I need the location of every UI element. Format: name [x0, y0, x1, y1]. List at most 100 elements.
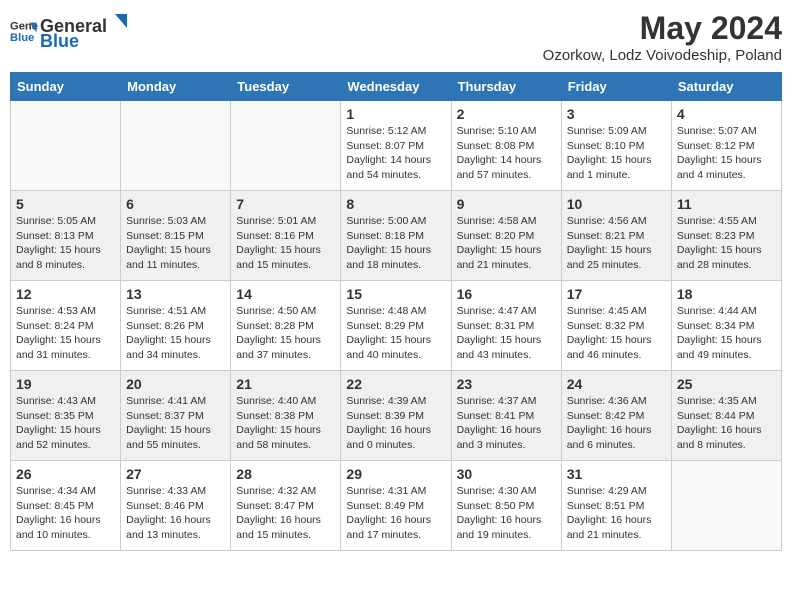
cell-info: Sunrise: 4:55 AMSunset: 8:23 PMDaylight:… — [677, 214, 776, 273]
cell-empty — [121, 101, 231, 191]
date-number: 6 — [126, 196, 225, 212]
logo-icon: General Blue — [10, 17, 38, 45]
cell-info: Sunrise: 4:47 AMSunset: 8:31 PMDaylight:… — [457, 304, 556, 363]
day-header-wednesday: Wednesday — [341, 73, 451, 101]
day-header-monday: Monday — [121, 73, 231, 101]
cell-day-19: 19 Sunrise: 4:43 AMSunset: 8:35 PMDayligh… — [11, 371, 121, 461]
date-number: 8 — [346, 196, 445, 212]
cell-day-14: 14 Sunrise: 4:50 AMSunset: 8:28 PMDayligh… — [231, 281, 341, 371]
cell-day-8: 8Sunrise: 5:00 AMSunset: 8:18 PMDaylight… — [341, 191, 451, 281]
date-number: 12 — [16, 286, 115, 302]
date-number: 4 — [677, 106, 776, 122]
cell-day-20: 20 Sunrise: 4:41 AMSunset: 8:37 PMDayligh… — [121, 371, 231, 461]
cell-info: Sunrise: 4:41 AMSunset: 8:37 PMDaylight:… — [126, 394, 225, 453]
date-number: 20 — [126, 376, 225, 392]
cell-day-4: 4 Sunrise: 5:07 AMSunset: 8:12 PMDaylight… — [671, 101, 781, 191]
cell-info: Sunrise: 4:32 AMSunset: 8:47 PMDaylight:… — [236, 484, 335, 543]
date-number: 22 — [346, 376, 445, 392]
cell-day-2: 2 Sunrise: 5:10 AMSunset: 8:08 PMDaylight… — [451, 101, 561, 191]
date-number: 11 — [677, 196, 776, 212]
cell-day-7: 7Sunrise: 5:01 AMSunset: 8:16 PMDaylight… — [231, 191, 341, 281]
date-number: 3 — [567, 106, 666, 122]
date-number: 26 — [16, 466, 115, 482]
cell-day-15: 15Sunrise: 4:48 AMSunset: 8:29 PMDayligh… — [341, 281, 451, 371]
date-number: 23 — [457, 376, 556, 392]
day-header-saturday: Saturday — [671, 73, 781, 101]
cell-empty — [11, 101, 121, 191]
cell-info: Sunrise: 4:43 AMSunset: 8:35 PMDaylight:… — [16, 394, 115, 453]
location-subtitle: Ozorkow, Lodz Voivodeship, Poland — [543, 47, 782, 64]
date-number: 1 — [346, 106, 445, 122]
date-number: 19 — [16, 376, 115, 392]
cell-info: Sunrise: 4:48 AMSunset: 8:29 PMDaylight:… — [346, 304, 445, 363]
cell-day-16: 16 Sunrise: 4:47 AMSunset: 8:31 PMDayligh… — [451, 281, 561, 371]
calendar-table: SundayMondayTuesdayWednesdayThursdayFrid… — [10, 72, 782, 551]
cell-day-22: 22 Sunrise: 4:39 AMSunset: 8:39 PMDayligh… — [341, 371, 451, 461]
day-header-thursday: Thursday — [451, 73, 561, 101]
cell-empty — [671, 461, 781, 551]
day-header-sunday: Sunday — [11, 73, 121, 101]
day-header-friday: Friday — [561, 73, 671, 101]
cell-info: Sunrise: 5:03 AMSunset: 8:15 PMDaylight:… — [126, 214, 225, 273]
svg-text:Blue: Blue — [10, 32, 34, 44]
cell-info: Sunrise: 4:35 AMSunset: 8:44 PMDaylight:… — [677, 394, 776, 453]
cell-info: Sunrise: 5:09 AMSunset: 8:10 PMDaylight:… — [567, 124, 666, 183]
page-header: General Blue General Blue May 2024 Ozork… — [10, 10, 782, 64]
cell-day-30: 30 Sunrise: 4:30 AMSunset: 8:50 PMDayligh… — [451, 461, 561, 551]
cell-day-29: 29Sunrise: 4:31 AMSunset: 8:49 PMDayligh… — [341, 461, 451, 551]
cell-day-11: 11 Sunrise: 4:55 AMSunset: 8:23 PMDayligh… — [671, 191, 781, 281]
cell-day-10: 10Sunrise: 4:56 AMSunset: 8:21 PMDayligh… — [561, 191, 671, 281]
cell-info: Sunrise: 4:30 AMSunset: 8:50 PMDaylight:… — [457, 484, 556, 543]
cell-info: Sunrise: 4:53 AMSunset: 8:24 PMDaylight:… — [16, 304, 115, 363]
cell-info: Sunrise: 4:31 AMSunset: 8:49 PMDaylight:… — [346, 484, 445, 543]
cell-info: Sunrise: 4:45 AMSunset: 8:32 PMDaylight:… — [567, 304, 666, 363]
cell-day-27: 27 Sunrise: 4:33 AMSunset: 8:46 PMDayligh… — [121, 461, 231, 551]
cell-info: Sunrise: 4:58 AMSunset: 8:20 PMDaylight:… — [457, 214, 556, 273]
cell-info: Sunrise: 4:50 AMSunset: 8:28 PMDaylight:… — [236, 304, 335, 363]
date-number: 25 — [677, 376, 776, 392]
cell-day-23: 23 Sunrise: 4:37 AMSunset: 8:41 PMDayligh… — [451, 371, 561, 461]
date-number: 28 — [236, 466, 335, 482]
cell-day-5: 5 Sunrise: 5:05 AMSunset: 8:13 PMDaylight… — [11, 191, 121, 281]
cell-day-24: 24 Sunrise: 4:36 AMSunset: 8:42 PMDayligh… — [561, 371, 671, 461]
cell-day-18: 18 Sunrise: 4:44 AMSunset: 8:34 PMDayligh… — [671, 281, 781, 371]
date-number: 13 — [126, 286, 225, 302]
cell-info: Sunrise: 4:34 AMSunset: 8:45 PMDaylight:… — [16, 484, 115, 543]
logo: General Blue General Blue — [10, 10, 129, 52]
date-number: 18 — [677, 286, 776, 302]
date-number: 17 — [567, 286, 666, 302]
cell-day-1: 1Sunrise: 5:12 AMSunset: 8:07 PMDaylight… — [341, 101, 451, 191]
date-number: 21 — [236, 376, 335, 392]
date-number: 14 — [236, 286, 335, 302]
logo-triangle-icon — [107, 10, 129, 32]
cell-info: Sunrise: 5:05 AMSunset: 8:13 PMDaylight:… — [16, 214, 115, 273]
cell-info: Sunrise: 4:36 AMSunset: 8:42 PMDaylight:… — [567, 394, 666, 453]
day-header-tuesday: Tuesday — [231, 73, 341, 101]
date-number: 5 — [16, 196, 115, 212]
cell-day-31: 31Sunrise: 4:29 AMSunset: 8:51 PMDayligh… — [561, 461, 671, 551]
date-number: 7 — [236, 196, 335, 212]
cell-day-25: 25 Sunrise: 4:35 AMSunset: 8:44 PMDayligh… — [671, 371, 781, 461]
cell-info: Sunrise: 4:40 AMSunset: 8:38 PMDaylight:… — [236, 394, 335, 453]
cell-day-21: 21 Sunrise: 4:40 AMSunset: 8:38 PMDayligh… — [231, 371, 341, 461]
cell-info: Sunrise: 4:33 AMSunset: 8:46 PMDaylight:… — [126, 484, 225, 543]
cell-info: Sunrise: 4:44 AMSunset: 8:34 PMDaylight:… — [677, 304, 776, 363]
cell-day-6: 6 Sunrise: 5:03 AMSunset: 8:15 PMDaylight… — [121, 191, 231, 281]
cell-info: Sunrise: 5:10 AMSunset: 8:08 PMDaylight:… — [457, 124, 556, 183]
title-block: May 2024 Ozorkow, Lodz Voivodeship, Pola… — [543, 10, 782, 64]
date-number: 24 — [567, 376, 666, 392]
cell-info: Sunrise: 4:37 AMSunset: 8:41 PMDaylight:… — [457, 394, 556, 453]
cell-info: Sunrise: 4:51 AMSunset: 8:26 PMDaylight:… — [126, 304, 225, 363]
cell-info: Sunrise: 5:07 AMSunset: 8:12 PMDaylight:… — [677, 124, 776, 183]
cell-day-9: 9Sunrise: 4:58 AMSunset: 8:20 PMDaylight… — [451, 191, 561, 281]
cell-day-3: 3 Sunrise: 5:09 AMSunset: 8:10 PMDaylight… — [561, 101, 671, 191]
date-number: 27 — [126, 466, 225, 482]
cell-day-12: 12 Sunrise: 4:53 AMSunset: 8:24 PMDayligh… — [11, 281, 121, 371]
date-number: 2 — [457, 106, 556, 122]
cell-day-28: 28 Sunrise: 4:32 AMSunset: 8:47 PMDayligh… — [231, 461, 341, 551]
date-number: 30 — [457, 466, 556, 482]
cell-info: Sunrise: 4:56 AMSunset: 8:21 PMDaylight:… — [567, 214, 666, 273]
cell-info: Sunrise: 4:39 AMSunset: 8:39 PMDaylight:… — [346, 394, 445, 453]
cell-day-26: 26 Sunrise: 4:34 AMSunset: 8:45 PMDayligh… — [11, 461, 121, 551]
date-number: 16 — [457, 286, 556, 302]
